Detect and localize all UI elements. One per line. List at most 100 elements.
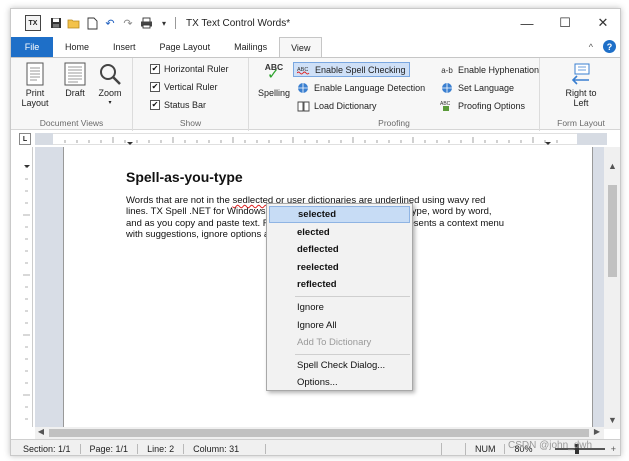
vertical-scrollbar[interactable]: ▲ ▼ — [604, 147, 620, 429]
right-to-left-button[interactable]: Right to Left — [561, 62, 601, 108]
scroll-down-icon[interactable]: ▼ — [604, 415, 620, 425]
group-label-show: Show — [179, 118, 202, 128]
vertical-ruler[interactable] — [19, 147, 33, 427]
ruler-margin-right — [577, 133, 607, 145]
enable-spell-checking-button[interactable]: ABC Enable Spell Checking — [293, 62, 410, 77]
title-separator — [175, 17, 176, 29]
ignore-all-item[interactable]: Ignore All — [269, 317, 410, 334]
enable-hyphenation-button[interactable]: a-b Enable Hyphenation — [440, 64, 539, 76]
redo-icon[interactable]: ↷ — [121, 16, 135, 30]
open-folder-icon[interactable] — [67, 16, 81, 30]
status-num: NUM — [466, 443, 506, 454]
tab-file[interactable]: File — [11, 37, 53, 57]
load-dictionary-button[interactable]: Load Dictionary — [296, 100, 377, 112]
enable-hyphenation-label: Enable Hyphenation — [458, 65, 540, 75]
spelling-icon: ABC ✓ — [264, 62, 284, 83]
zoom-label: Zoom — [98, 88, 122, 98]
print-icon[interactable] — [139, 16, 153, 30]
document-heading: Spell-as-you-type — [126, 169, 243, 185]
tab-bar-right: ^ ? — [589, 40, 616, 53]
undo-icon[interactable]: ↶ — [103, 16, 117, 30]
zoom-button[interactable]: Zoom ▾ — [95, 62, 125, 108]
suggestion-item[interactable]: elected — [269, 224, 410, 241]
set-language-button[interactable]: Set Language — [440, 82, 514, 94]
title-bar: TX ↶ ↷ ▾ TX Text Control Words* — ☐ ✕ — [11, 9, 620, 37]
horizontal-ruler[interactable] — [53, 133, 593, 145]
status-blank — [442, 442, 466, 455]
menu-separator — [295, 296, 410, 297]
enable-language-detection-button[interactable]: Enable Language Detection — [296, 82, 425, 94]
magnifier-icon — [100, 64, 121, 85]
horizontal-scrollbar[interactable]: ◀ ▶ — [35, 427, 604, 439]
zoom-dropdown-icon: ▾ — [108, 100, 112, 106]
ignore-item[interactable]: Ignore — [269, 299, 410, 316]
draft-label: Draft — [65, 88, 85, 98]
ruler-margin-left — [35, 133, 53, 145]
suggestion-item[interactable]: reelected — [269, 259, 410, 276]
tab-insert[interactable]: Insert — [101, 37, 148, 57]
check-icon: ✔ — [150, 82, 160, 92]
group-show: ✔ Horizontal Ruler ✔ Vertical Ruler ✔ St… — [133, 58, 249, 131]
vertical-ruler-label: Vertical Ruler — [164, 82, 218, 92]
tab-view[interactable]: View — [279, 37, 323, 57]
suggestion-item[interactable]: reflected — [269, 276, 410, 293]
print-layout-icon — [26, 62, 44, 86]
vertical-scroll-thumb[interactable] — [608, 185, 617, 277]
scroll-up-icon[interactable]: ▲ — [604, 161, 620, 171]
draft-icon — [64, 62, 86, 86]
help-icon[interactable]: ? — [603, 40, 616, 53]
tab-home[interactable]: Home — [53, 37, 101, 57]
language-detection-icon — [296, 82, 310, 94]
group-label-form-layout: Form Layout — [557, 118, 605, 128]
spelling-button[interactable]: ABC ✓ Spelling — [255, 62, 293, 98]
spelling-label: Spelling — [257, 88, 291, 98]
collapse-ribbon-icon[interactable]: ^ — [589, 42, 593, 52]
watermark: CSDN @john_dwh — [508, 440, 593, 451]
status-bar-checkbox[interactable]: ✔ Status Bar — [150, 100, 206, 110]
save-icon[interactable] — [49, 16, 63, 30]
group-proofing: ABC ✓ Spelling ABC Enable Spell Checking… — [249, 58, 540, 131]
right-to-left-icon — [571, 63, 590, 85]
vertical-ruler-checkbox[interactable]: ✔ Vertical Ruler — [150, 82, 218, 92]
spell-context-menu: selected elected deflected reelected ref… — [266, 203, 413, 391]
horizontal-scroll-thumb[interactable] — [49, 429, 589, 437]
enable-language-detection-label: Enable Language Detection — [314, 83, 426, 93]
maximize-button[interactable]: ☐ — [546, 9, 584, 37]
options-item[interactable]: Options... — [269, 374, 410, 391]
group-label-document-views: Document Views — [39, 118, 104, 128]
suggestion-item[interactable]: selected — [269, 206, 410, 223]
window-controls: — ☐ ✕ — [508, 9, 620, 37]
proofing-options-button[interactable]: ABC Proofing Options — [440, 100, 525, 112]
ribbon: Print Layout Draft Zoom ▾ Document Views… — [11, 57, 620, 131]
status-spacer — [266, 442, 442, 455]
check-icon: ✔ — [150, 64, 160, 74]
horizontal-ruler-checkbox[interactable]: ✔ Horizontal Ruler — [150, 64, 229, 74]
zoom-in-icon[interactable]: + — [611, 444, 616, 454]
spell-check-icon: ABC — [297, 64, 311, 76]
status-page: Page: 1/1 — [81, 443, 139, 454]
scroll-right-icon[interactable]: ▶ — [591, 427, 603, 436]
proofing-options-icon: ABC — [440, 100, 454, 112]
proofing-options-label: Proofing Options — [458, 101, 526, 111]
close-button[interactable]: ✕ — [584, 9, 620, 37]
scroll-left-icon[interactable]: ◀ — [35, 427, 47, 436]
quick-access-toolbar: ↶ ↷ ▾ — [49, 16, 171, 30]
load-dictionary-label: Load Dictionary — [314, 101, 377, 111]
draft-button[interactable]: Draft — [61, 62, 89, 98]
dictionary-icon — [296, 100, 310, 112]
spell-check-dialog-item[interactable]: Spell Check Dialog... — [269, 357, 410, 374]
vertical-ruler-ticks — [23, 165, 30, 420]
ruler-ticks — [64, 137, 558, 145]
status-line: Line: 2 — [138, 443, 185, 454]
tab-stop-selector[interactable]: L — [19, 133, 31, 145]
status-column: Column: 31 — [184, 443, 267, 454]
tab-mailings[interactable]: Mailings — [222, 37, 279, 57]
menu-separator — [295, 354, 410, 355]
suggestion-item[interactable]: deflected — [269, 241, 410, 258]
new-document-icon[interactable] — [85, 16, 99, 30]
tab-page-layout[interactable]: Page Layout — [148, 37, 223, 57]
minimize-button[interactable]: — — [508, 9, 546, 37]
print-layout-button[interactable]: Print Layout — [18, 62, 52, 108]
window-title: TX Text Control Words* — [186, 17, 291, 29]
customize-icon[interactable]: ▾ — [157, 16, 171, 30]
